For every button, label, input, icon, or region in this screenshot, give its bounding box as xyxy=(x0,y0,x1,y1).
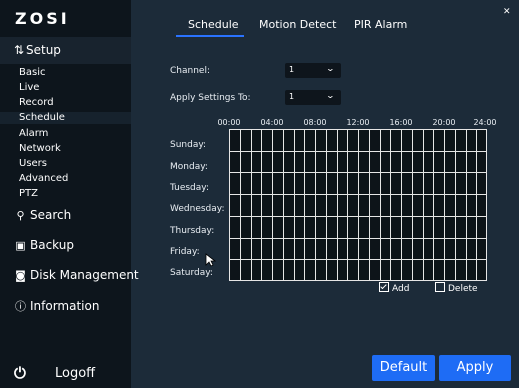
add-checkbox[interactable]: Add xyxy=(379,282,409,294)
day-label-monday: Monday: xyxy=(170,162,208,172)
tab-schedule[interactable]: Schedule xyxy=(188,18,239,31)
sidebar-sub-schedule[interactable]: Schedule xyxy=(19,112,65,123)
mouse-pointer-icon xyxy=(205,253,217,267)
day-label-wednesday: Wednesday: xyxy=(170,204,225,214)
sidebar-sub-users[interactable]: Users xyxy=(19,158,47,169)
sidebar-sub-basic[interactable]: Basic xyxy=(19,67,45,78)
disk-icon: ◙ xyxy=(15,269,26,282)
search-icon: ⚲ xyxy=(16,209,25,222)
sidebar-sub-record[interactable]: Record xyxy=(19,97,54,108)
day-label-friday: Friday: xyxy=(170,247,200,257)
chevron-down-icon: ⌄ xyxy=(325,91,336,100)
sidebar-item-backup-label: Backup xyxy=(30,238,74,252)
time-label: 00:00 xyxy=(217,118,241,127)
apply-settings-label: Apply Settings To: xyxy=(170,93,251,103)
tab-pir-alarm[interactable]: PIR Alarm xyxy=(354,18,407,31)
tab-motion-detect[interactable]: Motion Detect xyxy=(259,18,336,31)
channel-label: Channel: xyxy=(170,66,210,76)
info-icon: ⓘ xyxy=(15,300,26,313)
sidebar-item-search[interactable]: ⚲ Search xyxy=(14,208,71,222)
apply-settings-value: 1 xyxy=(289,92,295,101)
close-icon[interactable]: ✕ xyxy=(503,7,511,17)
sidebar-item-information[interactable]: ⓘ Information xyxy=(14,298,99,314)
channel-value: 1 xyxy=(289,65,295,74)
sidebar-sub-alarm[interactable]: Alarm xyxy=(19,128,48,139)
time-label: 24:00 xyxy=(473,118,497,127)
sidebar: ZOSI ⇅ Setup Basic Live Record Schedule … xyxy=(0,0,139,388)
day-label-tuesday: Tuesday: xyxy=(170,183,209,193)
sidebar-item-search-label: Search xyxy=(30,208,72,222)
sidebar-sub-live[interactable]: Live xyxy=(19,82,39,93)
sliders-icon: ⇅ xyxy=(14,43,25,57)
schedule-grid[interactable] xyxy=(229,129,487,281)
time-label: 04:00 xyxy=(260,118,284,127)
delete-label: Delete xyxy=(448,284,478,294)
time-label: 08:00 xyxy=(303,118,327,127)
apply-button[interactable]: Apply xyxy=(439,355,511,381)
chevron-down-icon: ⌄ xyxy=(325,64,336,73)
sidebar-sub-network[interactable]: Network xyxy=(19,143,61,154)
checkbox-checked-icon xyxy=(379,282,389,292)
brand-logo: ZOSI xyxy=(15,9,70,28)
default-button[interactable]: Default xyxy=(372,355,435,381)
logoff-label: Logoff xyxy=(55,366,96,381)
day-label-sunday: Sunday: xyxy=(170,140,207,150)
sidebar-sub-ptz[interactable]: PTZ xyxy=(19,188,38,199)
sidebar-item-setup[interactable]: ⇅ Setup xyxy=(0,37,131,64)
sidebar-sub-advanced[interactable]: Advanced xyxy=(19,173,68,184)
add-label: Add xyxy=(392,284,410,294)
sidebar-item-backup[interactable]: ▣ Backup xyxy=(14,238,74,252)
sidebar-item-disk-label: Disk Management xyxy=(30,268,139,282)
schedule-grid-lines[interactable] xyxy=(229,129,487,281)
active-tab-indicator xyxy=(176,35,244,37)
time-label: 12:00 xyxy=(346,118,370,127)
backup-icon: ▣ xyxy=(15,239,26,252)
checkbox-unchecked-icon xyxy=(435,282,445,292)
sidebar-item-disk[interactable]: ◙ Disk Management xyxy=(14,268,139,282)
sidebar-item-information-label: Information xyxy=(30,299,100,313)
channel-select[interactable]: 1 ⌄ xyxy=(285,63,341,78)
sidebar-item-setup-label: Setup xyxy=(26,43,61,57)
apply-settings-select[interactable]: 1 ⌄ xyxy=(285,90,341,105)
day-label-thursday: Thursday: xyxy=(170,226,215,236)
delete-checkbox[interactable]: Delete xyxy=(435,282,478,294)
time-label: 16:00 xyxy=(389,118,413,127)
day-label-saturday: Saturday: xyxy=(170,268,213,278)
power-icon: ⏻ xyxy=(14,364,26,382)
time-label: 20:00 xyxy=(432,118,456,127)
